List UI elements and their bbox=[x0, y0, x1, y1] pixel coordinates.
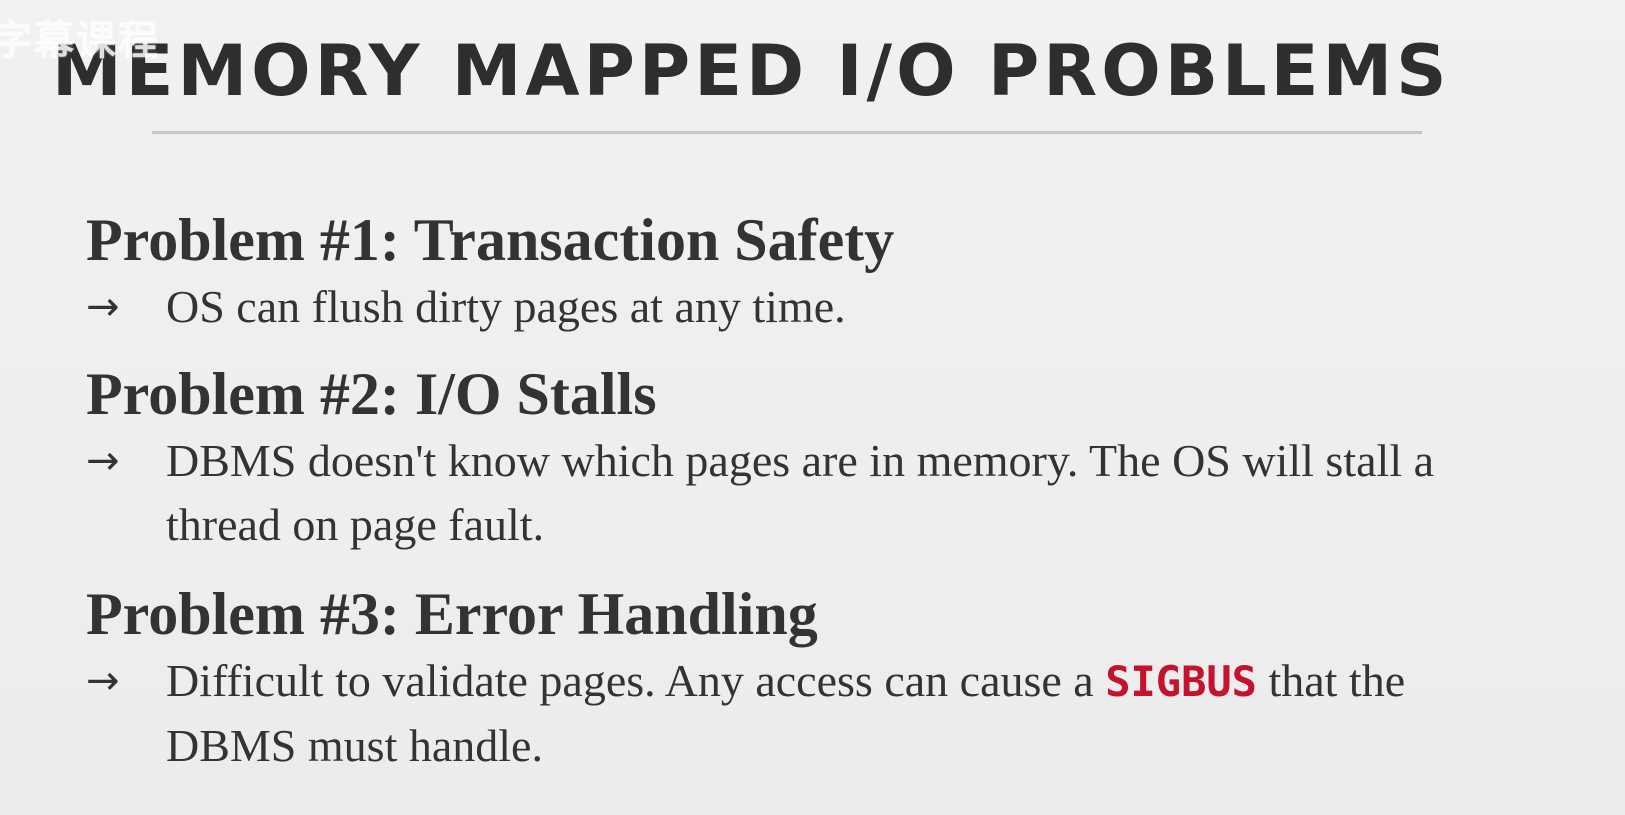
problem-3-point-text: Difficult to validate pages. Any access … bbox=[166, 649, 1506, 778]
problem-1-point-text: OS can flush dirty pages at any time. bbox=[166, 281, 846, 332]
problem-3-point: → Difficult to validate pages. Any acces… bbox=[86, 649, 1586, 778]
slide: 字幕课程 MEMORY MAPPED I/O PROBLEMS Problem … bbox=[0, 0, 1625, 815]
problem-2-point: → DBMS doesn't know which pages are in m… bbox=[86, 429, 1586, 557]
problem-list: Problem #1: Transaction Safety → OS can … bbox=[86, 205, 1586, 778]
arrow-right-icon: → bbox=[86, 658, 120, 704]
watermark: 字幕课程 bbox=[0, 18, 160, 64]
arrow-right-icon: → bbox=[86, 284, 120, 330]
problem-1-point: → OS can flush dirty pages at any time. bbox=[86, 275, 1586, 339]
problem-2-heading: Problem #2: I/O Stalls bbox=[86, 361, 657, 427]
title-divider bbox=[152, 131, 1422, 134]
problem-2-point-text: DBMS doesn't know which pages are in mem… bbox=[166, 435, 1435, 550]
problem-3-point-text-before: Difficult to validate pages. Any access … bbox=[166, 655, 1094, 706]
problem-1-heading: Problem #1: Transaction Safety bbox=[86, 207, 895, 273]
arrow-right-icon: → bbox=[86, 438, 120, 484]
slide-title: MEMORY MAPPED I/O PROBLEMS bbox=[52, 30, 1451, 112]
problem-3: Problem #3: Error Handling → Difficult t… bbox=[86, 579, 1586, 778]
sigbus-code: SIGBUS bbox=[1105, 657, 1257, 706]
problem-1: Problem #1: Transaction Safety → OS can … bbox=[86, 205, 1586, 339]
problem-3-heading: Problem #3: Error Handling bbox=[86, 581, 818, 647]
problem-2: Problem #2: I/O Stalls → DBMS doesn't kn… bbox=[86, 359, 1586, 557]
